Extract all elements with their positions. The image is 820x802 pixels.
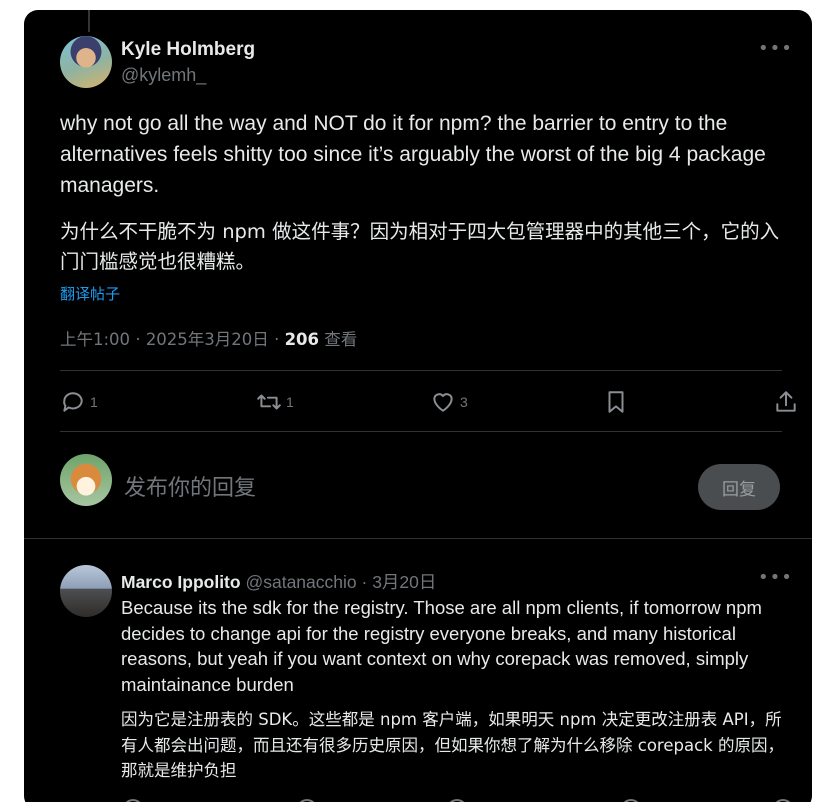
current-user-avatar xyxy=(60,454,112,506)
more-options-icon[interactable]: ••• xyxy=(758,567,793,588)
meta-separator: · xyxy=(135,330,141,349)
reply-composer: 发布你的回复 回复 xyxy=(24,440,812,538)
views-count: 206 xyxy=(284,330,320,349)
share-icon xyxy=(776,391,796,412)
author-avatar[interactable] xyxy=(60,36,112,88)
author-handle[interactable]: @kylemh_ xyxy=(121,65,206,86)
repost-count: 1 xyxy=(286,394,294,410)
reply-header: Marco Ippolito @satanacchio · 3月20日 xyxy=(121,569,436,594)
reply-action[interactable]: 1 xyxy=(60,385,98,419)
tweet-date[interactable]: 2025年3月20日 xyxy=(146,330,269,349)
heart-icon xyxy=(433,393,453,412)
reply-author-name[interactable]: Marco Ippolito xyxy=(121,572,241,592)
reply-author-avatar[interactable] xyxy=(60,565,112,617)
views-label: 查看 xyxy=(324,330,358,349)
reply-text: Because its the sdk for the registry. Th… xyxy=(121,597,762,695)
tweet-card: Kyle Holmberg @kylemh_ ••• why not go al… xyxy=(24,10,812,802)
author-name[interactable]: Kyle Holmberg xyxy=(121,39,255,61)
tweet-text: why not go all the way and NOT do it for… xyxy=(60,112,766,197)
divider xyxy=(60,431,782,432)
like-action[interactable]: 3 xyxy=(430,385,468,419)
bookmark-action[interactable] xyxy=(603,385,629,419)
repost-action[interactable]: 1 xyxy=(256,385,294,419)
reply-translated-text: 因为它是注册表的 SDK。这些都是 npm 客户端，如果明天 npm 决定更改注… xyxy=(121,710,784,780)
translate-post-link[interactable]: 翻译帖子 xyxy=(60,283,120,304)
meta-separator: · xyxy=(274,330,280,349)
reply-tweet: Marco Ippolito @satanacchio · 3月20日 ••• … xyxy=(24,538,812,802)
like-count: 3 xyxy=(460,394,468,410)
reply-button[interactable]: 回复 xyxy=(698,464,780,510)
share-action[interactable] xyxy=(773,385,799,419)
main-tweet: Kyle Holmberg @kylemh_ ••• why not go al… xyxy=(24,10,812,538)
bookmark-icon xyxy=(608,391,624,413)
divider xyxy=(60,370,782,371)
tweet-time[interactable]: 上午1:00 xyxy=(60,330,130,349)
tweet-actions-bar: 1 1 3 xyxy=(60,385,796,419)
reply-count: 1 xyxy=(90,394,98,410)
tweet-translated-text: 为什么不干脆不为 npm 做这件事？因为相对于四大包管理器中的其他三个，它的入门… xyxy=(60,220,780,273)
reply-icon xyxy=(63,392,83,412)
repost-icon xyxy=(257,394,281,410)
reply-author-handle[interactable]: @satanacchio xyxy=(245,572,356,592)
more-options-icon[interactable]: ••• xyxy=(758,38,793,59)
tweet-meta: 上午1:00 · 2025年3月20日 · 206 查看 xyxy=(60,326,357,350)
reply-date[interactable]: 3月20日 xyxy=(372,572,436,592)
reply-input[interactable]: 发布你的回复 xyxy=(124,470,256,502)
meta-separator: · xyxy=(361,572,368,592)
